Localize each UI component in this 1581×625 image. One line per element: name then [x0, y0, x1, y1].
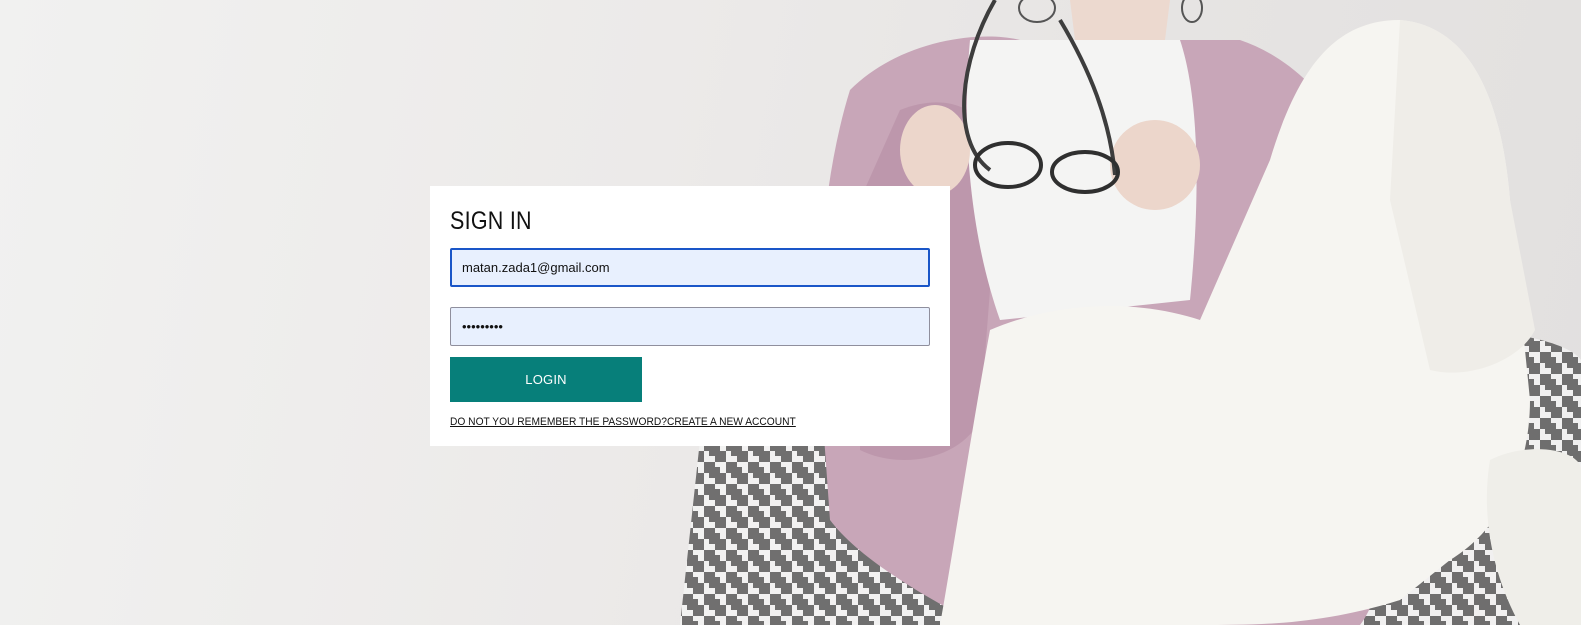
login-card: SIGN IN LOGIN DO NOT YOU REMEMBER THE PA… — [430, 186, 950, 446]
forgot-password-link[interactable]: DO NOT YOU REMEMBER THE PASSWORD? — [450, 416, 667, 428]
login-button[interactable]: LOGIN — [450, 357, 642, 402]
page-title: SIGN IN — [450, 207, 532, 235]
account-links: DO NOT YOU REMEMBER THE PASSWORD?CREATE … — [450, 416, 896, 428]
password-input[interactable] — [450, 307, 930, 346]
email-input[interactable] — [450, 248, 930, 287]
create-account-link[interactable]: CREATE A NEW ACCOUNT — [667, 416, 796, 428]
